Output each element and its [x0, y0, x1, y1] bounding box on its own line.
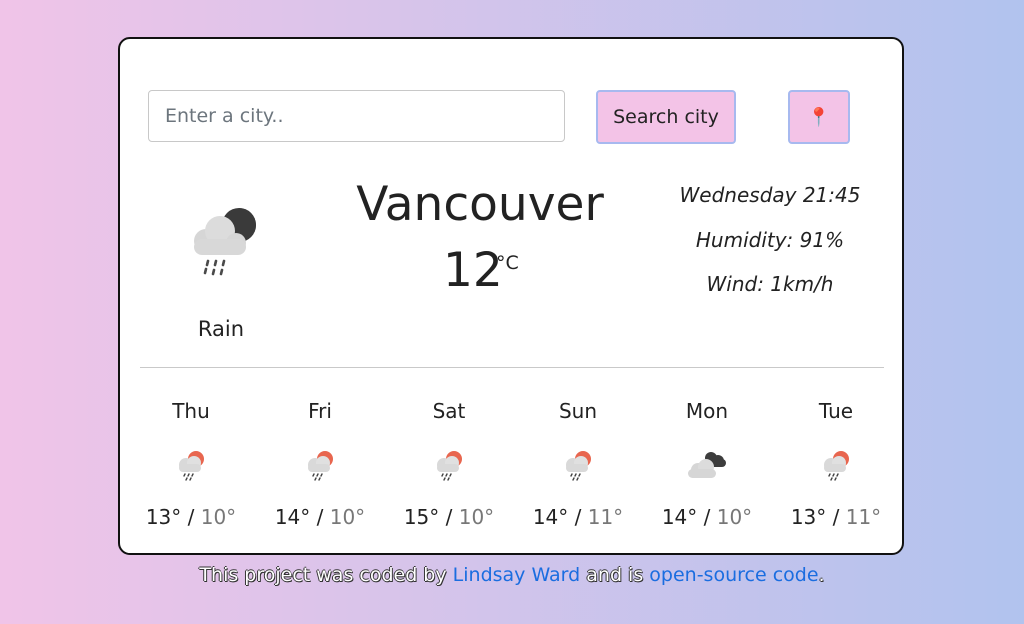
forecast-temperature: 15° / 10°	[389, 505, 509, 529]
forecast-temperature: 14° / 11°	[518, 505, 638, 529]
rain-night-icon	[194, 206, 256, 276]
rain-sun-icon	[824, 451, 849, 481]
forecast-high: 14°	[274, 505, 311, 529]
date-time: Wednesday 21:45	[679, 183, 861, 207]
forecast-high: 15°	[403, 505, 440, 529]
rain-sun-icon	[308, 451, 333, 481]
wind: Wind: 1km/h	[706, 272, 834, 296]
author-link[interactable]: Lindsay Ward	[453, 564, 581, 586]
forecast-day: Thu	[172, 399, 210, 423]
forecast-temperature: 13° / 11°	[776, 505, 896, 529]
forecast-low: 10°	[458, 505, 495, 529]
forecast-separator: /	[832, 505, 840, 529]
forecast-high: 13°	[145, 505, 182, 529]
humidity: Humidity: 91%	[695, 228, 845, 252]
forecast-high: 14°	[661, 505, 698, 529]
forecast-separator: /	[187, 505, 195, 529]
forecast-low: 10°	[200, 505, 237, 529]
footer: This project was coded by Lindsay Ward a…	[0, 564, 1024, 586]
city-name: Vancouver	[356, 177, 604, 232]
weather-card: Search city 📍 Rain Vancouver 12 °C Wedne…	[118, 37, 904, 555]
clouds-icon	[688, 452, 726, 478]
current-temperature: 12	[443, 243, 503, 298]
weather-description: Rain	[197, 317, 245, 341]
footer-middle: and is	[586, 564, 644, 586]
rain-sun-icon	[566, 451, 591, 481]
forecast-temperature: 14° / 10°	[647, 505, 767, 529]
source-code-link[interactable]: open-source code	[649, 564, 818, 586]
forecast-low: 10°	[329, 505, 366, 529]
forecast-separator: /	[703, 505, 711, 529]
forecast-temperature: 13° / 10°	[131, 505, 251, 529]
forecast-separator: /	[316, 505, 324, 529]
footer-suffix: .	[818, 564, 825, 586]
forecast-low: 10°	[716, 505, 753, 529]
pin-icon: 📍	[807, 106, 831, 128]
forecast-day: Fri	[308, 399, 332, 423]
forecast-day: Sun	[558, 399, 598, 423]
forecast-high: 14°	[532, 505, 569, 529]
divider	[140, 367, 884, 368]
forecast-separator: /	[445, 505, 453, 529]
forecast-day: Tue	[818, 399, 854, 423]
rain-sun-icon	[179, 451, 204, 481]
search-city-button[interactable]: Search city	[596, 90, 736, 144]
footer-prefix: This project was coded by	[199, 564, 447, 586]
rain-sun-icon	[437, 451, 462, 481]
forecast-day: Sat	[432, 399, 466, 423]
forecast-separator: /	[574, 505, 582, 529]
forecast-low: 11°	[587, 505, 624, 529]
forecast-high: 13°	[790, 505, 827, 529]
forecast-temperature: 14° / 10°	[260, 505, 380, 529]
forecast-low: 11°	[845, 505, 882, 529]
forecast-day: Mon	[685, 399, 729, 423]
current-location-button[interactable]: 📍	[788, 90, 850, 144]
temperature-unit: °C	[496, 252, 519, 274]
city-search-input[interactable]	[148, 90, 565, 142]
